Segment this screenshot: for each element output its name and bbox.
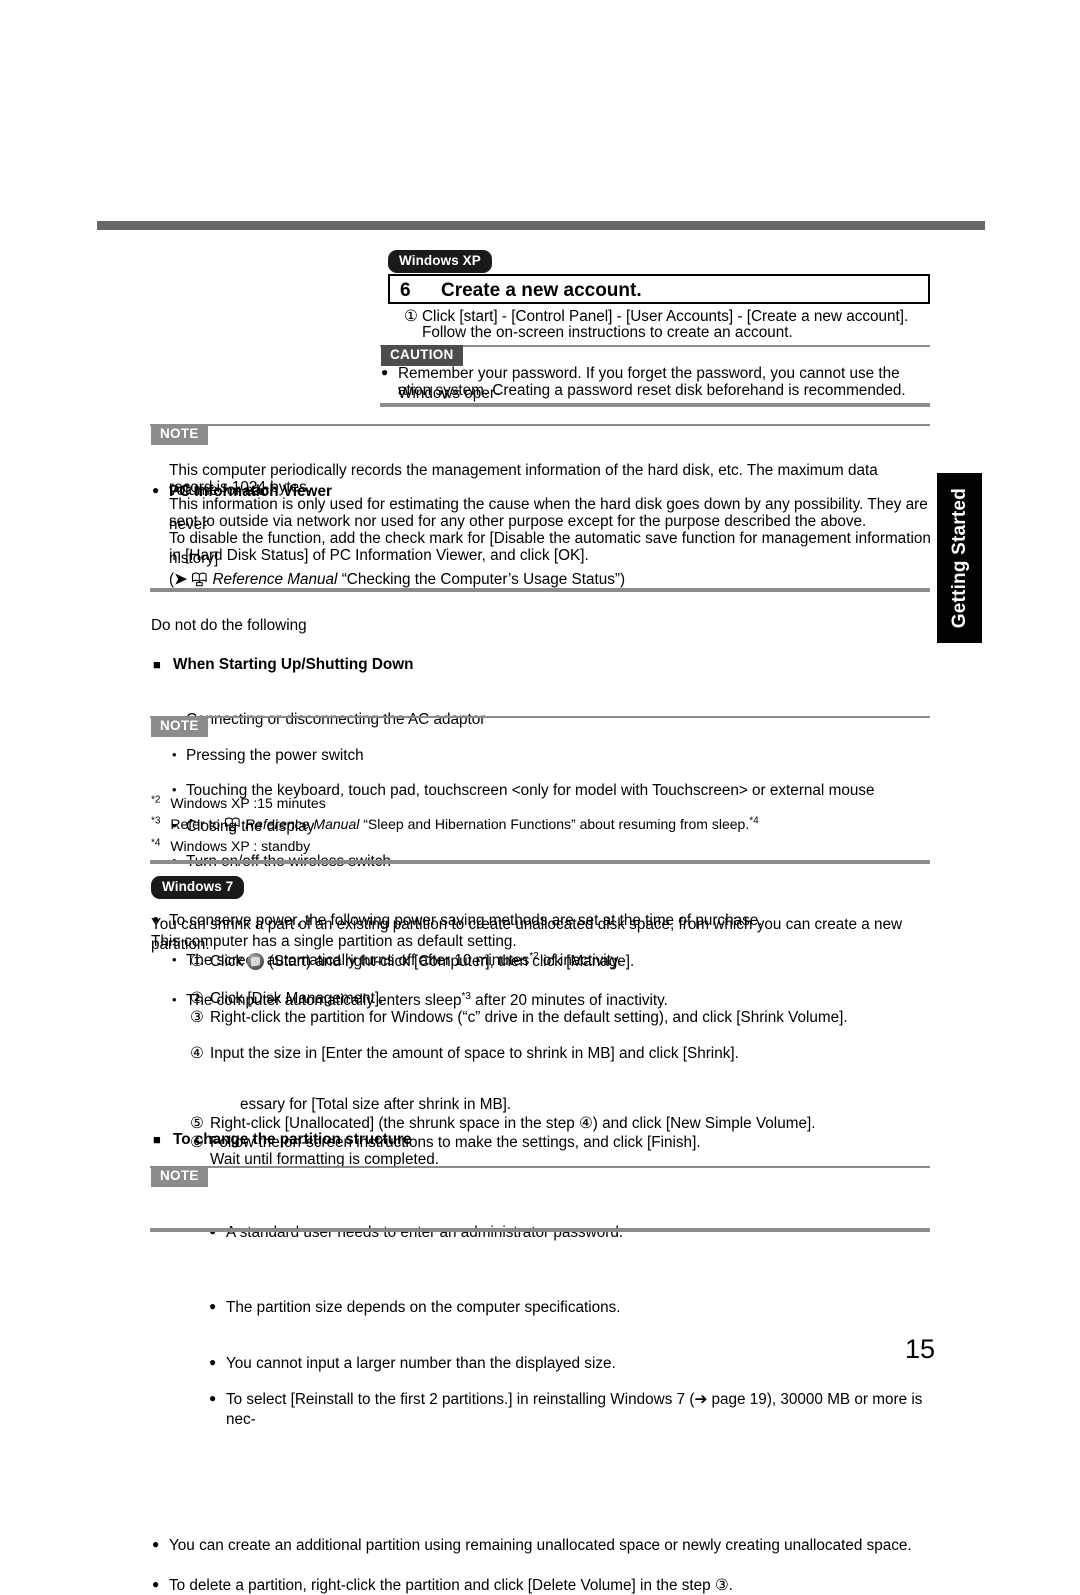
- win7-step-6-text: Follow the on-screen instructions to mak…: [210, 1134, 701, 1151]
- windows-start-orb-icon: [247, 953, 264, 970]
- note-partition-item-2-text: To delete a partition, right-click the p…: [169, 1577, 733, 1594]
- win7-step-2: ②Click [Disk Management].: [190, 989, 930, 1009]
- footnote-2-text: Windows XP :15 minutes: [170, 795, 325, 811]
- note-pcinfo-tag-label: NOTE: [151, 424, 208, 445]
- win7-step-1-sub-1-text: A standard user needs to enter an admini…: [226, 1224, 623, 1241]
- circled-number-5-win7: ⑤: [190, 1114, 210, 1134]
- step-title: Create a new account.: [441, 280, 642, 302]
- footnote-4: *4 Windows XP : standby: [151, 837, 310, 857]
- win7-step-4-sub-2-cont: essary for [Total size after shrink in M…: [240, 1095, 930, 1115]
- circled-number-2-win7: ②: [190, 989, 210, 1009]
- startup-shutdown-heading: When Starting Up/Shutting Down: [173, 656, 413, 673]
- note-pcinfo-reference: (➤ Reference Manual “Checking the Comput…: [169, 570, 931, 590]
- note-partition-item-1-text: You can create an additional partition u…: [169, 1537, 912, 1554]
- note-partition-rule-top: [150, 1166, 930, 1168]
- circled-number-1: ①: [404, 307, 422, 327]
- os-badge-windows-xp: Windows XP: [388, 250, 492, 273]
- startup-shutdown-heading-row: When Starting Up/Shutting Down: [173, 655, 1080, 675]
- arrow-right-icon: ➤: [174, 571, 187, 588]
- win7-step-4-text: Input the size in [Enter the amount of s…: [210, 1045, 739, 1062]
- startup-item-2: Pressing the power switch: [186, 746, 1080, 766]
- note-partition-rule-bottom: [150, 1228, 930, 1232]
- win7-step-1-after: (Start) and right-click [Computer], then…: [264, 953, 634, 970]
- section-tab-label: Getting Started: [949, 488, 971, 628]
- note-pcinfo-rule-top: [150, 424, 930, 426]
- note-power-rule-top: [150, 716, 930, 718]
- win7-step-1: ①Click (Start) and right-click [Computer…: [190, 952, 930, 972]
- win7-step-1-sub-1: A standard user needs to enter an admini…: [226, 1223, 926, 1243]
- win7-intro-line-2: This computer has a single partition as …: [151, 932, 931, 952]
- note-partition-item-1: You can create an additional partition u…: [169, 1536, 931, 1556]
- win7-step-4-sub-1-text: You cannot input a larger number than th…: [226, 1355, 616, 1372]
- circled-number-1-win7: ①: [190, 952, 210, 972]
- startup-item-1: Connecting or disconnecting the AC adapt…: [186, 710, 1080, 730]
- caution-tag-label: CAUTION: [381, 345, 463, 366]
- page-top-rule: [97, 221, 985, 230]
- caution-tag: CAUTION: [381, 345, 463, 366]
- note-partition-tag: NOTE: [151, 1166, 208, 1187]
- caution-rule-bottom: [380, 403, 930, 407]
- note-pcinfo-p6: in [Hard Disk Status] of PC Information …: [169, 546, 931, 566]
- reference-manual-topic: “Checking the Computer’s Usage Status”): [342, 571, 625, 588]
- note-pcinfo-tag: NOTE: [151, 424, 208, 445]
- win7-step-5: ⑤Right-click [Unallocated] (the shrunk s…: [190, 1114, 930, 1134]
- reference-manual-icon-footnote: [224, 817, 241, 832]
- reference-manual-icon: [191, 572, 208, 587]
- os-badge-7-label: Windows 7: [151, 876, 244, 899]
- footnote-4-text: Windows XP : standby: [170, 838, 310, 854]
- win7-step-4: ④Input the size in [Enter the amount of …: [190, 1044, 930, 1064]
- footnote-4-marker: *4: [151, 837, 160, 848]
- footnote-3-marker: *3: [151, 815, 160, 826]
- footnote-3-sup: *4: [749, 815, 758, 826]
- win7-step-1-before: Click: [210, 953, 247, 970]
- manual-page: Getting Started 15 Windows XP 6 Create a…: [0, 0, 1080, 1528]
- os-badge-windows-7: Windows 7: [151, 876, 244, 899]
- win7-step-2-text: Click [Disk Management].: [210, 990, 383, 1007]
- note-partition-item-2: To delete a partition, right-click the p…: [169, 1576, 931, 1595]
- footnote-3: *3 Refer to Reference Manual “Sleep and …: [151, 815, 759, 835]
- win7-step-3-sub-1-text: The partition size depends on the comput…: [226, 1299, 621, 1316]
- note-power-tag-label: NOTE: [151, 716, 208, 737]
- footnote-2-marker: *2: [151, 794, 160, 805]
- startup-item-2-text: Pressing the power switch: [186, 747, 364, 764]
- note-power-tag: NOTE: [151, 716, 208, 737]
- footnote-3-text-after: “Sleep and Hibernation Functions” about …: [363, 816, 749, 832]
- circled-number-6-win7: ⑥: [190, 1133, 210, 1153]
- note-partition-tag-label: NOTE: [151, 1166, 208, 1187]
- xp-instruction-2: Follow the on-screen instructions to cre…: [422, 323, 942, 343]
- step-heading-box: 6 Create a new account.: [388, 274, 930, 304]
- win7-step-5-text: Right-click [Unallocated] (the shrunk sp…: [210, 1115, 815, 1132]
- win7-step-3-text: Right-click the partition for Windows (“…: [210, 1009, 848, 1026]
- footnote-2: *2 Windows XP :15 minutes: [151, 794, 326, 814]
- circled-number-4-win7: ④: [190, 1044, 210, 1064]
- startup-shutdown-intro: Do not do the following: [151, 616, 307, 636]
- win7-step-3: ③Right-click the partition for Windows (…: [190, 1008, 930, 1028]
- note-power-rule-bottom: [150, 860, 930, 864]
- footnote-3-text-before: Refer to: [170, 816, 224, 832]
- win7-step-3-sub-1: The partition size depends on the comput…: [226, 1298, 926, 1318]
- step-number: 6: [400, 280, 411, 302]
- caution-line-2: ation system. Creating a password reset …: [398, 381, 934, 401]
- startup-item-1-text: Connecting or disconnecting the AC adapt…: [186, 711, 485, 728]
- reference-manual-title: Reference Manual: [212, 571, 337, 588]
- footnote-3-manual: Reference Manual: [245, 816, 359, 832]
- win7-step-4-sub-2-text: To select [Reinstall to the first 2 part…: [226, 1391, 922, 1428]
- win7-step-4-sub-2: To select [Reinstall to the first 2 part…: [226, 1390, 932, 1429]
- circled-number-3-win7: ③: [190, 1008, 210, 1028]
- win7-step-4-sub-1: You cannot input a larger number than th…: [226, 1354, 926, 1374]
- os-badge-label: Windows XP: [388, 250, 492, 273]
- note-pcinfo-rule-bottom: [150, 588, 930, 592]
